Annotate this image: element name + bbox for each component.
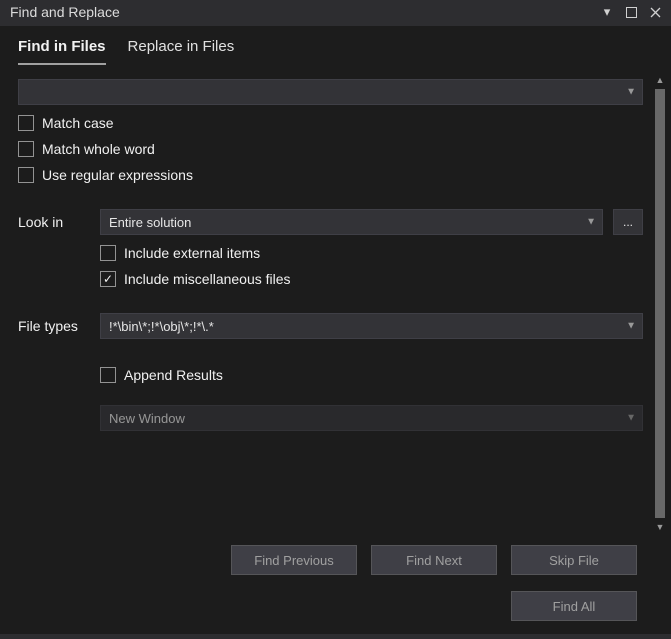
scroll-track[interactable] bbox=[655, 89, 665, 518]
use-regex-checkbox[interactable] bbox=[18, 167, 34, 183]
file-types-row: File types !*\bin\*;!*\obj\*;!*\.* ▼ bbox=[18, 313, 643, 339]
scroll-thumb[interactable] bbox=[655, 89, 665, 518]
include-misc-checkbox[interactable] bbox=[100, 271, 116, 287]
match-case-label: Match case bbox=[42, 115, 114, 131]
maximize-icon[interactable] bbox=[623, 4, 639, 20]
tab-replace-in-files[interactable]: Replace in Files bbox=[128, 32, 235, 65]
chevron-down-icon[interactable]: ▼ bbox=[586, 217, 596, 228]
append-results-label: Append Results bbox=[124, 367, 223, 383]
close-icon[interactable] bbox=[647, 4, 663, 20]
chevron-down-icon[interactable]: ▼ bbox=[626, 87, 636, 98]
file-types-label: File types bbox=[18, 318, 90, 334]
include-misc-label: Include miscellaneous files bbox=[124, 271, 291, 287]
include-external-checkbox[interactable] bbox=[100, 245, 116, 261]
look-in-label: Look in bbox=[18, 214, 90, 230]
match-case-checkbox-row[interactable]: Match case bbox=[18, 115, 643, 131]
button-row-2: Find All bbox=[511, 591, 637, 621]
find-previous-button[interactable]: Find Previous bbox=[231, 545, 357, 575]
match-whole-word-checkbox-row[interactable]: Match whole word bbox=[18, 141, 643, 157]
content: ▼ Match case Match whole word Use regula… bbox=[0, 65, 671, 634]
match-whole-word-checkbox[interactable] bbox=[18, 141, 34, 157]
window-controls: ▾ bbox=[599, 4, 663, 20]
tabs: Find in Files Replace in Files bbox=[0, 26, 671, 65]
file-types-combo[interactable]: !*\bin\*;!*\obj\*;!*\.* ▼ bbox=[100, 313, 643, 339]
window-menu-icon[interactable]: ▾ bbox=[599, 4, 615, 20]
use-regex-label: Use regular expressions bbox=[42, 167, 193, 183]
find-all-button[interactable]: Find All bbox=[511, 591, 637, 621]
include-misc-checkbox-row[interactable]: Include miscellaneous files bbox=[100, 271, 643, 287]
scroll-area: ▼ Match case Match whole word Use regula… bbox=[0, 65, 671, 441]
scrollbar[interactable]: ▲ ▼ bbox=[653, 73, 667, 534]
titlebar: Find and Replace ▾ bbox=[0, 0, 671, 26]
match-case-checkbox[interactable] bbox=[18, 115, 34, 131]
chevron-down-icon[interactable]: ▼ bbox=[626, 413, 636, 424]
include-external-checkbox-row[interactable]: Include external items bbox=[100, 245, 643, 261]
use-regex-checkbox-row[interactable]: Use regular expressions bbox=[18, 167, 643, 183]
find-next-button[interactable]: Find Next bbox=[371, 545, 497, 575]
scroll-up-icon[interactable]: ▲ bbox=[653, 73, 667, 87]
append-results-checkbox-row[interactable]: Append Results bbox=[100, 367, 643, 383]
button-row-1: Find Previous Find Next Skip File bbox=[231, 545, 637, 575]
results-destination-value: New Window bbox=[109, 411, 185, 426]
browse-button[interactable]: ... bbox=[613, 209, 643, 235]
scroll-down-icon[interactable]: ▼ bbox=[653, 520, 667, 534]
chevron-down-icon[interactable]: ▼ bbox=[626, 321, 636, 332]
tab-find-in-files[interactable]: Find in Files bbox=[18, 32, 106, 65]
match-whole-word-label: Match whole word bbox=[42, 141, 155, 157]
look-in-value: Entire solution bbox=[109, 215, 191, 230]
search-input[interactable]: ▼ bbox=[18, 79, 643, 105]
window-title: Find and Replace bbox=[10, 4, 120, 20]
append-results-checkbox[interactable] bbox=[100, 367, 116, 383]
include-external-label: Include external items bbox=[124, 245, 260, 261]
look-in-row: Look in Entire solution ▼ ... bbox=[18, 209, 643, 235]
file-types-value: !*\bin\*;!*\obj\*;!*\.* bbox=[109, 319, 214, 334]
skip-file-button[interactable]: Skip File bbox=[511, 545, 637, 575]
results-destination-combo[interactable]: New Window ▼ bbox=[100, 405, 643, 431]
look-in-combo[interactable]: Entire solution ▼ bbox=[100, 209, 603, 235]
